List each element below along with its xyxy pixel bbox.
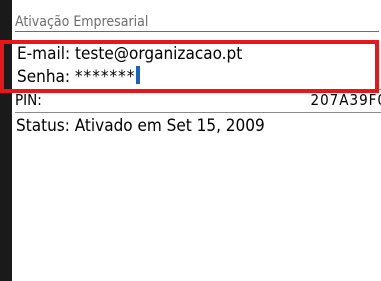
password-field[interactable]: Senha: ******* [17,66,141,87]
pin-row: PIN: 207A39F0 [15,91,381,109]
text-cursor [136,66,141,84]
divider [15,89,381,90]
pin-label: PIN: [15,91,42,109]
password-label: Senha: [17,67,71,87]
screen-title: Ativação Empresarial [15,14,379,32]
password-mask[interactable]: ******* [75,67,136,87]
device-screen: Ativação Empresarial E-mail: teste@organ… [12,0,381,281]
divider [15,112,381,113]
email-field[interactable]: E-mail: teste@organizacao.pt [17,44,242,64]
pin-value: 207A39F0 [310,91,381,109]
email-value[interactable]: teste@organizacao.pt [75,44,242,64]
email-label: E-mail: [17,44,71,64]
activation-status: Status: Ativado em Set 15, 2009 [16,116,265,136]
